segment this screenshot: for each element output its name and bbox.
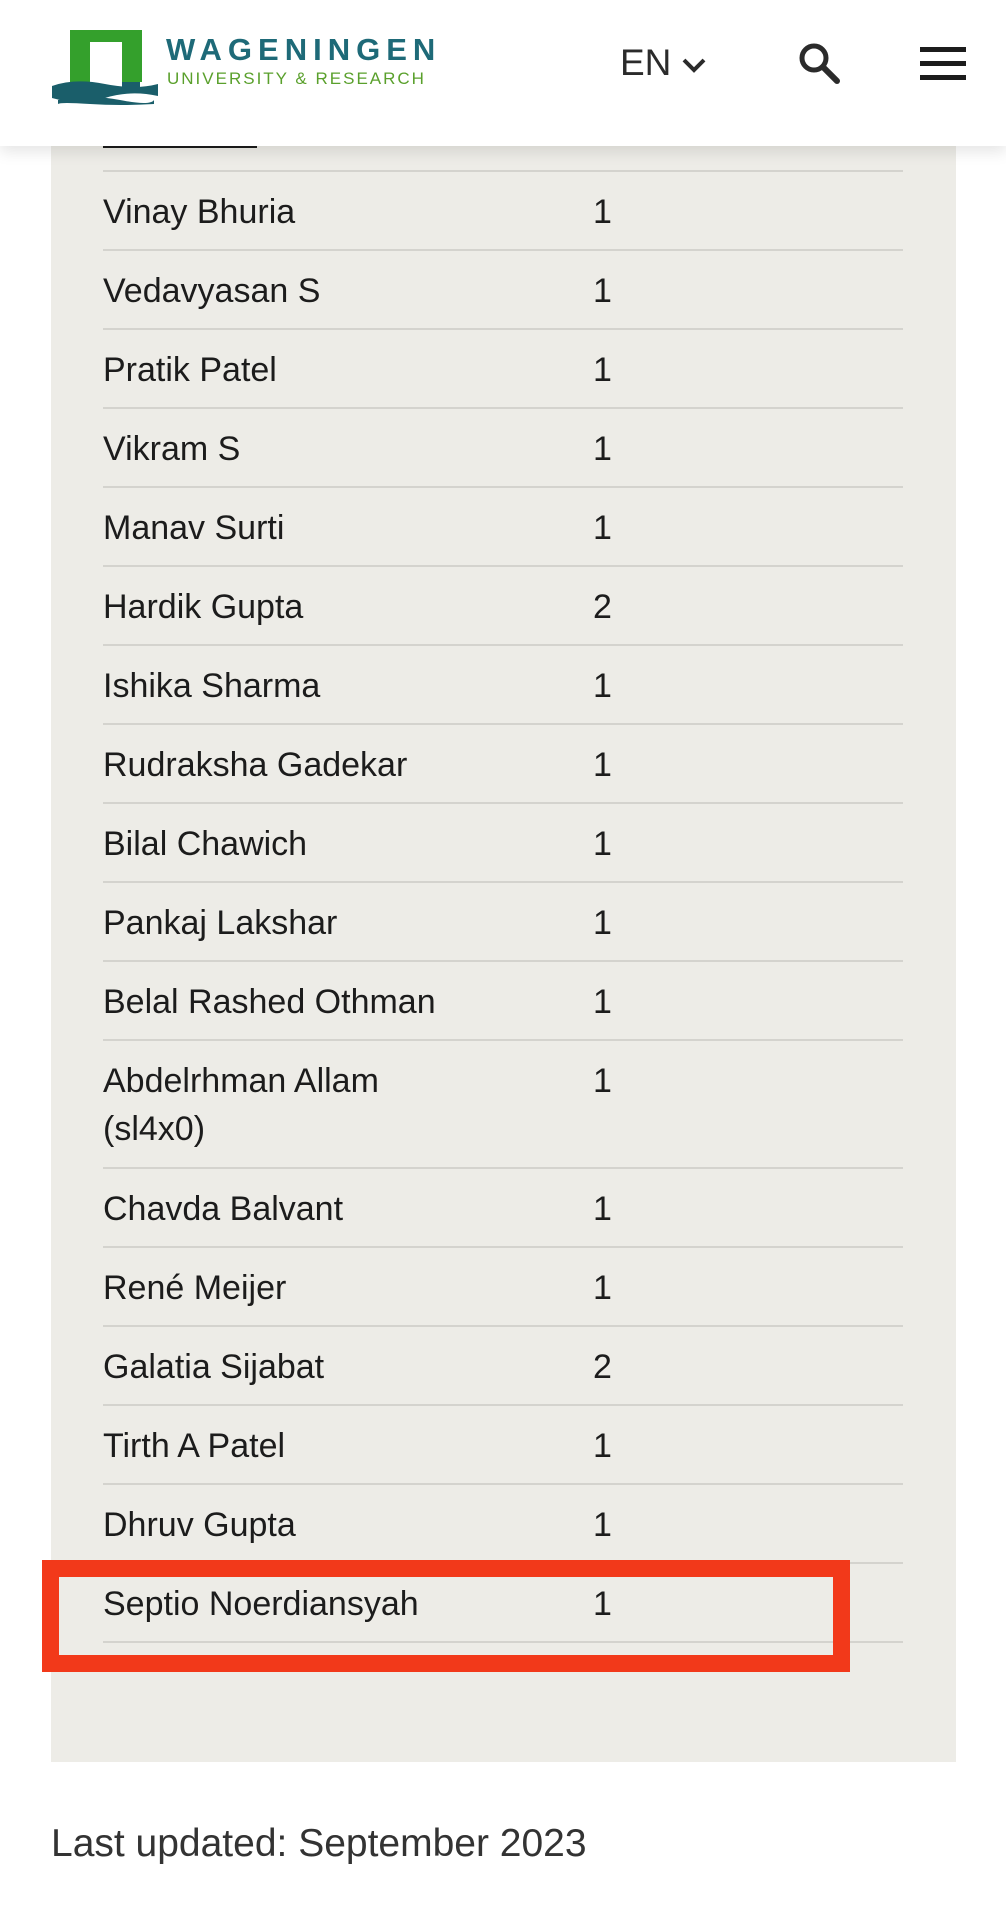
table-row: Manav Surti 1 <box>103 488 903 567</box>
contributor-link[interactable]: René Meijer <box>103 1248 593 1312</box>
partial-link-underline <box>103 146 257 148</box>
contribution-count: 1 <box>593 825 612 863</box>
contributor-link[interactable]: Vedavyasan S <box>103 251 593 315</box>
contribution-count: 1 <box>593 746 612 784</box>
contributors-list: Vinay Bhuria 1 Vedavyasan S1 Pratik Patel… <box>103 172 903 1643</box>
logo-subtitle: UNIVERSITY & RESEARCH <box>167 69 426 88</box>
table-row: Vinay Bhuria 1 <box>103 172 903 251</box>
contribution-count: 1 <box>593 430 612 468</box>
contributor-link[interactable]: Hardik Gupta <box>103 567 593 631</box>
contribution-count: 1 <box>593 1427 612 1465</box>
contribution-count: 1 <box>593 1062 612 1100</box>
contribution-count: 1 <box>593 351 612 389</box>
contributor-link[interactable]: Abdelrhman Allam (sl4x0) <box>103 1041 593 1153</box>
table-row: Belal Rashed Othman 1 <box>103 962 903 1041</box>
contributor-link[interactable]: Bilal Chawich <box>103 804 593 868</box>
language-label: EN <box>620 42 672 83</box>
contribution-count: 1 <box>593 1585 612 1623</box>
table-row: Galatia Sijabat 2 <box>103 1327 903 1406</box>
chevron-down-icon <box>682 58 706 73</box>
contributor-link[interactable]: Rudraksha Gadekar <box>103 725 593 789</box>
table-row: Pankaj Lakshar 1 <box>103 883 903 962</box>
contributors-panel: Vinay Bhuria 1 Vedavyasan S1 Pratik Patel… <box>51 0 956 1762</box>
table-row: Bilal Chawich 1 <box>103 804 903 883</box>
contributor-link[interactable]: Belal Rashed Othman <box>103 962 593 1026</box>
contribution-count: 2 <box>593 1348 612 1386</box>
contribution-count: 1 <box>593 1506 612 1544</box>
contribution-count: 1 <box>593 904 612 942</box>
language-selector[interactable]: EN <box>620 38 707 88</box>
site-header: WAGENINGEN UNIVERSITY & RESEARCH EN <box>0 0 1006 146</box>
contribution-count: 1 <box>593 1269 612 1307</box>
table-row: René Meijer 1 <box>103 1248 903 1327</box>
table-row: Chavda Balvant 1 <box>103 1169 903 1248</box>
contributor-link[interactable]: Vikram S <box>103 409 593 473</box>
table-row: Hardik Gupta 2 <box>103 567 903 646</box>
contributor-link[interactable]: Vinay Bhuria <box>103 172 593 236</box>
last-updated-text: Last updated: September 2023 <box>51 1822 587 1865</box>
partial-row <box>103 146 903 172</box>
contribution-count: 1 <box>593 1190 612 1228</box>
contributor-link[interactable]: Galatia Sijabat <box>103 1327 593 1391</box>
contributor-link[interactable]: Manav Surti <box>103 488 593 552</box>
contributor-link[interactable]: Dhruv Gupta <box>103 1485 593 1549</box>
table-row: Pratik Patel 1 <box>103 330 903 409</box>
contributor-link[interactable]: Chavda Balvant <box>103 1169 593 1233</box>
contributor-link[interactable]: Ishika Sharma <box>103 646 593 710</box>
table-row: Ishika Sharma 1 <box>103 646 903 725</box>
contribution-count: 1 <box>593 983 612 1021</box>
table-row: Vedavyasan S1 <box>103 251 903 330</box>
contribution-count: 2 <box>593 588 612 626</box>
table-row: Dhruv Gupta 1 <box>103 1485 903 1564</box>
table-row-highlighted: Septio Noerdiansyah 1 <box>103 1564 903 1643</box>
contribution-count: 1 <box>593 667 612 705</box>
table-row: Abdelrhman Allam (sl4x0) 1 <box>103 1041 903 1169</box>
menu-button[interactable] <box>918 44 968 84</box>
wur-logo[interactable]: WAGENINGEN UNIVERSITY & RESEARCH <box>50 28 450 108</box>
contributor-link[interactable]: Pratik Patel <box>103 330 593 394</box>
logo-title: WAGENINGEN <box>166 32 442 67</box>
search-button[interactable] <box>795 39 843 87</box>
contribution-count: 1 <box>593 193 612 231</box>
contributor-link[interactable]: Septio Noerdiansyah <box>103 1564 593 1628</box>
contribution-count: 1 <box>593 272 612 310</box>
search-icon <box>799 43 840 84</box>
contributor-link[interactable]: Pankaj Lakshar <box>103 883 593 947</box>
table-row: Vikram S1 <box>103 409 903 488</box>
table-row: Rudraksha Gadekar 1 <box>103 725 903 804</box>
logo-mark-icon <box>52 30 158 105</box>
contribution-count: 1 <box>593 509 612 547</box>
hamburger-menu-icon <box>920 47 966 80</box>
contributor-link[interactable]: Tirth A Patel <box>103 1406 593 1470</box>
table-row: Tirth A Patel 1 <box>103 1406 903 1485</box>
